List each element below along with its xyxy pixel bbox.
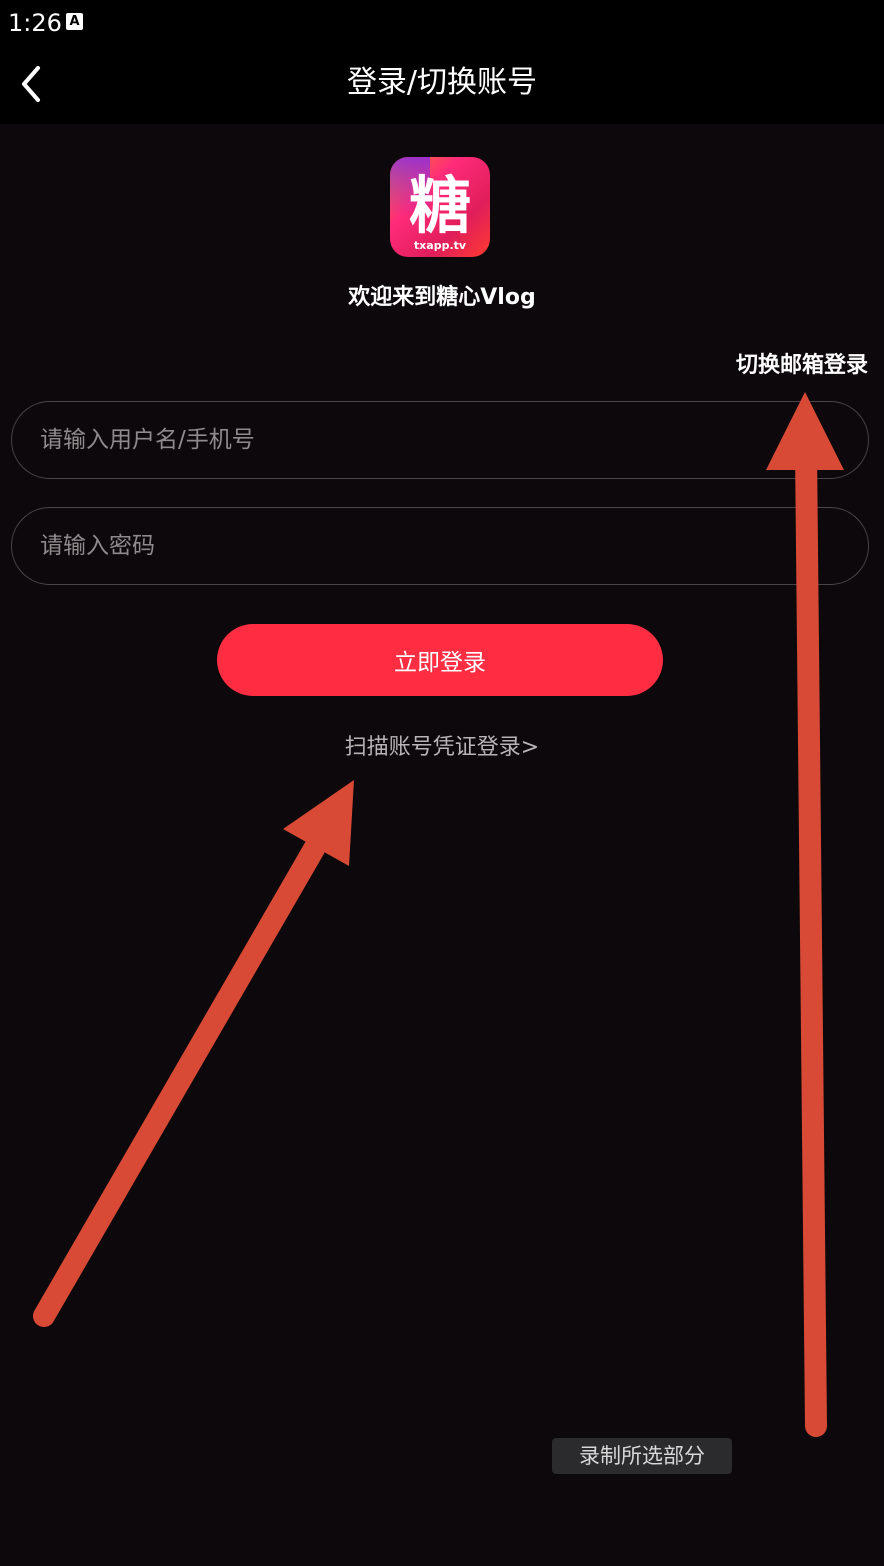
annotation-arrowhead-left <box>283 780 354 866</box>
annotation-arrow-left <box>33 819 336 1327</box>
password-input[interactable] <box>11 507 869 585</box>
switch-email-login-link[interactable]: 切换邮箱登录 <box>736 348 868 384</box>
logo-character: 糖 <box>409 169 471 242</box>
status-time: 1:26 <box>8 9 62 37</box>
login-screen: 1:26 A 登录/切换账号 糖 txapp.tv 欢迎来到糖心Vlog 切换邮… <box>0 0 884 1566</box>
annotation-arrow-right <box>795 439 827 1437</box>
login-button[interactable]: 立即登录 <box>217 624 663 696</box>
app-logo: 糖 txapp.tv <box>390 157 490 257</box>
scan-credential-login-link[interactable]: 扫描账号凭证登录> <box>0 730 884 766</box>
username-input[interactable] <box>11 401 869 479</box>
page-title: 登录/切换账号 <box>346 65 538 100</box>
welcome-text: 欢迎来到糖心Vlog <box>348 285 536 310</box>
logo-caption: txapp.tv <box>414 239 467 252</box>
notification-app-icon: A <box>66 13 83 30</box>
nav-bar: 登录/切换账号 <box>0 46 884 124</box>
status-bar: 1:26 A <box>0 0 884 46</box>
record-selection-button[interactable]: 录制所选部分 <box>552 1438 732 1474</box>
